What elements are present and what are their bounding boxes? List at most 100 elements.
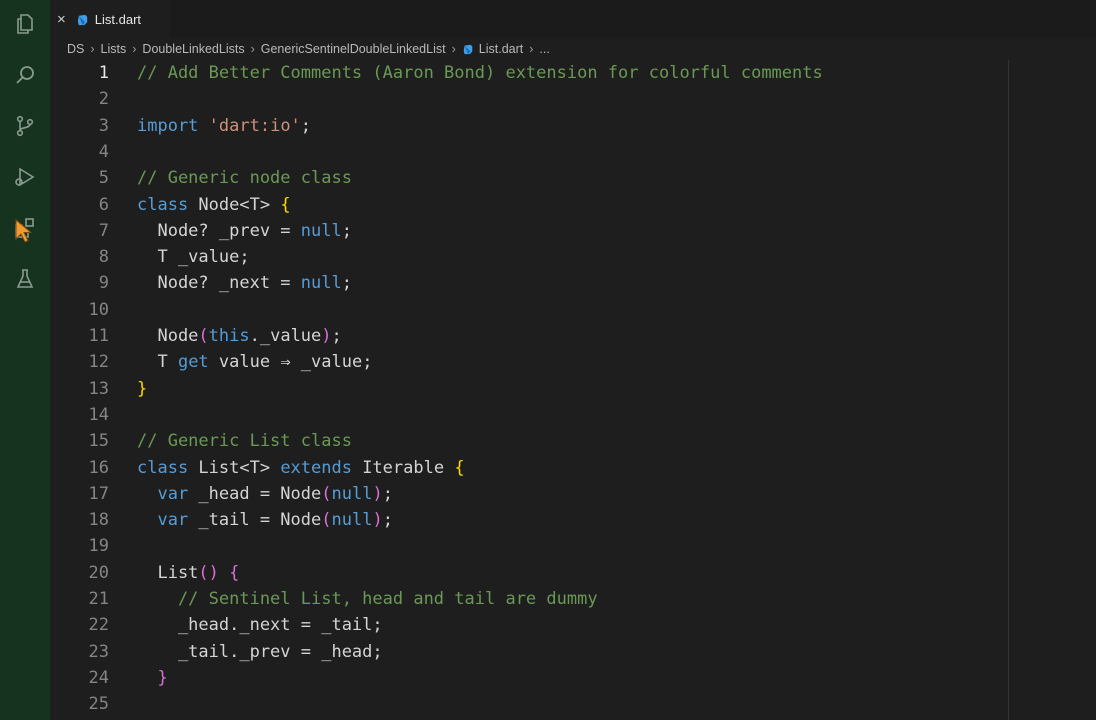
column-ruler — [1008, 60, 1009, 720]
code-token: // Generic List class — [137, 431, 352, 452]
mouse-cursor-icon — [15, 218, 33, 243]
code-token: ) — [321, 326, 332, 346]
line-code: } — [137, 376, 147, 402]
code-token: this — [208, 326, 250, 346]
code-token: Node — [137, 326, 199, 346]
code-token: ) — [372, 510, 383, 531]
code-token: null — [300, 273, 342, 294]
line-number: 12 — [88, 352, 109, 373]
code-token: value ⇒ _value; — [208, 352, 373, 373]
line-code: // Generic node class — [137, 165, 352, 191]
tab-list-dart[interactable]: × List.dart — [50, 0, 170, 38]
code-token: T _value; — [137, 247, 250, 268]
breadcrumb-file-label: List.dart — [478, 42, 524, 56]
line-number: 17 — [88, 483, 109, 504]
code-token: get — [177, 352, 209, 373]
code-token: var — [137, 510, 189, 531]
code-token: ; — [341, 273, 352, 294]
line-number: 6 — [98, 194, 109, 215]
line-code: Node(this._value); — [137, 323, 342, 349]
code-token: extends — [280, 457, 352, 478]
line-number: 10 — [88, 299, 109, 320]
line-code: // Generic List class — [137, 428, 352, 454]
breadcrumb-item-file[interactable]: List.dart — [462, 42, 523, 56]
tab-label: List.dart — [94, 11, 142, 27]
source-control-icon[interactable] — [12, 113, 38, 139]
line-code: T _value; — [137, 244, 250, 270]
line-number: 25 — [88, 694, 109, 715]
code-token: // Generic node class — [137, 168, 352, 189]
code-token: null — [300, 220, 342, 241]
breadcrumb: DS › Lists › DoubleLinkedLists › Generic… — [67, 40, 550, 58]
breadcrumb-item-ds[interactable]: DS — [67, 42, 84, 56]
chevron-right-icon: › — [250, 42, 255, 56]
line-number: 2 — [98, 89, 109, 110]
code-editor[interactable]: 1 // Add Better Comments (Aaron Bond) ext… — [50, 60, 1096, 720]
line-code: Node? _prev = null; — [137, 218, 352, 244]
line-number: 23 — [88, 641, 109, 662]
line-number: 1 — [98, 63, 109, 83]
chevron-right-icon: › — [132, 42, 137, 56]
code-token: ( — [321, 510, 332, 531]
line-number: 9 — [98, 273, 109, 294]
testing-icon[interactable] — [12, 266, 38, 292]
line-code: T get value ⇒ _value; — [137, 349, 372, 375]
close-icon[interactable]: × — [57, 11, 66, 28]
code-token: Node<T> — [188, 194, 281, 215]
line-number: 7 — [98, 220, 109, 241]
code-token: Iterable — [351, 457, 455, 478]
line-number: 8 — [98, 247, 109, 268]
explorer-icon[interactable] — [12, 11, 38, 37]
run-debug-icon[interactable] — [12, 164, 38, 190]
code-token: () — [198, 562, 219, 583]
breadcrumb-item-symbol[interactable]: ... — [539, 42, 549, 56]
line-number: 24 — [88, 667, 109, 688]
code-token: // Sentinel List, head and tail are dumm… — [137, 589, 598, 609]
code-token: 'dart:io' — [208, 115, 301, 136]
code-token: ; — [382, 483, 393, 504]
code-token: ; — [341, 220, 352, 241]
code-token: Node? _prev = — [137, 220, 301, 241]
code-token: { — [454, 457, 465, 478]
line-number: 11 — [88, 326, 109, 346]
code-token: Node? _next = — [137, 273, 301, 294]
line-code: import 'dart:io'; — [137, 113, 311, 139]
code-token: _tail = Node — [188, 510, 322, 531]
line-code: List() { — [137, 560, 239, 586]
line-number: 22 — [88, 615, 109, 636]
code-token: { — [229, 562, 240, 583]
code-token: ; — [300, 115, 312, 136]
breadcrumb-item-lists[interactable]: Lists — [101, 42, 127, 56]
code-token: ( — [321, 483, 332, 504]
line-number: 13 — [88, 378, 109, 399]
tab-bar: × List.dart — [50, 0, 1096, 38]
breadcrumb-item-genericsentinel[interactable]: GenericSentinelDoubleLinkedList — [261, 42, 446, 56]
search-icon[interactable] — [12, 62, 38, 88]
line-code: class List<T> extends Iterable { — [137, 455, 465, 481]
code-token: T — [137, 352, 178, 373]
code-token: List — [137, 562, 199, 583]
line-number: 18 — [88, 510, 109, 531]
code-token: ; — [382, 510, 393, 531]
code-token: { — [280, 194, 291, 215]
chevron-right-icon: › — [529, 42, 534, 56]
code-token: // Add Better Comments (Aaron Bond) exte… — [137, 63, 823, 83]
breadcrumb-item-doublelinkedlists[interactable]: DoubleLinkedLists — [142, 42, 244, 56]
line-code: var _head = Node(null); — [137, 481, 393, 507]
code-token: } — [137, 667, 168, 688]
code-token: ; — [331, 326, 342, 346]
code-token: List<T> — [188, 457, 281, 478]
code-token: } — [137, 378, 148, 399]
dart-icon — [77, 14, 87, 25]
line-code: Node? _next = null; — [137, 270, 352, 296]
code-token: var — [137, 483, 189, 504]
code-token: class — [137, 457, 189, 478]
line-code: var _tail = Node(null); — [137, 507, 393, 533]
chevron-right-icon: › — [90, 42, 95, 56]
line-number: 4 — [98, 141, 109, 162]
line-code: _head._next = _tail; — [137, 612, 383, 638]
dart-icon — [463, 44, 473, 55]
code-token: ._value — [249, 326, 322, 346]
